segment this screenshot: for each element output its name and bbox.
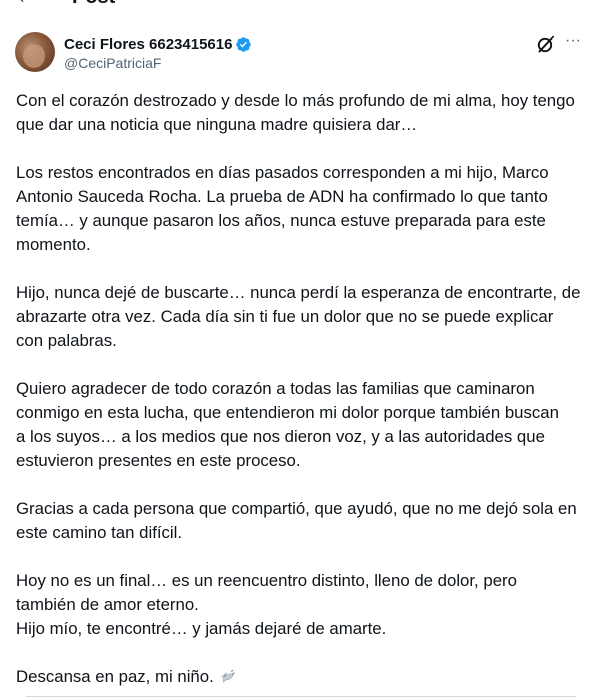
grok-icon[interactable]	[535, 35, 555, 55]
more-icon[interactable]: ···	[562, 32, 584, 54]
tweet-line: Hijo mío, te encontré… y jamás dejaré de…	[16, 619, 387, 638]
tweet-line: a los suyos… a los medios que nos dieron…	[16, 427, 545, 446]
tweet-line: momento.	[16, 235, 91, 254]
tweet-line: Hijo, nunca dejé de buscarte… nunca perd…	[16, 283, 581, 302]
tweet-line: Quiero agradecer de todo corazón a todas…	[16, 379, 535, 398]
dove-icon	[220, 669, 235, 683]
tweet-line: que dar una noticia que ninguna madre qu…	[16, 115, 418, 134]
tweet-paragraph-2: Los restos encontrados en días pasados c…	[16, 161, 586, 257]
tweet-line: conmigo en esta lucha, que entendieron m…	[16, 403, 559, 422]
tweet-line-last: Descansa en paz, mi niño.	[16, 665, 586, 689]
tweet-line: abrazarte otra vez. Cada día sin ti fue …	[16, 307, 554, 326]
tweet-paragraph-6: Hoy no es un final… es un reencuentro di…	[16, 569, 586, 641]
tweet-line: Gracias a cada persona que compartió, qu…	[16, 499, 577, 518]
post-view: ← Post Ceci Flores 6623415616 @CeciPatri…	[0, 0, 597, 700]
tweet-line: Antonio Sauceda Rocha. La prueba de ADN …	[16, 187, 548, 206]
tweet-line: Los restos encontrados en días pasados c…	[16, 163, 549, 182]
tweet-line: este camino tan difícil.	[16, 523, 183, 542]
tweet-paragraph-4: Quiero agradecer de todo corazón a todas…	[16, 377, 586, 473]
tweet-line: estuvieron presentes en este proceso.	[16, 451, 301, 470]
page-title: Post	[72, 0, 115, 9]
back-arrow-icon[interactable]: ←	[16, 0, 36, 9]
verified-badge-icon	[236, 36, 252, 52]
tweet-line: con palabras.	[16, 331, 117, 350]
avatar[interactable]	[15, 32, 55, 72]
tweet-paragraph-7: Descansa en paz, mi niño.	[16, 665, 586, 689]
tweet-line: Hoy no es un final… es un reencuentro di…	[16, 571, 517, 590]
tweet-line: Con el corazón destrozado y desde lo más…	[16, 91, 575, 110]
tweet-line-text: Descansa en paz, mi niño.	[16, 667, 214, 686]
display-name-row: Ceci Flores 6623415616	[64, 34, 252, 54]
display-name[interactable]: Ceci Flores 6623415616	[64, 36, 232, 53]
tweet-text: Con el corazón destrozado y desde lo más…	[16, 89, 586, 689]
tweet-line: también de amor eterno.	[16, 595, 199, 614]
post-header: Ceci Flores 6623415616 @CeciPatriciaF ··…	[0, 30, 597, 78]
tweet-line: temía… y aunque pasaron los años, nunca …	[16, 211, 546, 230]
tweet-paragraph-1: Con el corazón destrozado y desde lo más…	[16, 89, 586, 137]
tweet-paragraph-3: Hijo, nunca dejé de buscarte… nunca perd…	[16, 281, 586, 353]
tweet-paragraph-5: Gracias a cada persona que compartió, qu…	[16, 497, 586, 545]
user-handle[interactable]: @CeciPatriciaF	[64, 55, 161, 71]
post-topbar: ← Post	[0, 0, 597, 8]
bottom-divider	[26, 696, 576, 697]
